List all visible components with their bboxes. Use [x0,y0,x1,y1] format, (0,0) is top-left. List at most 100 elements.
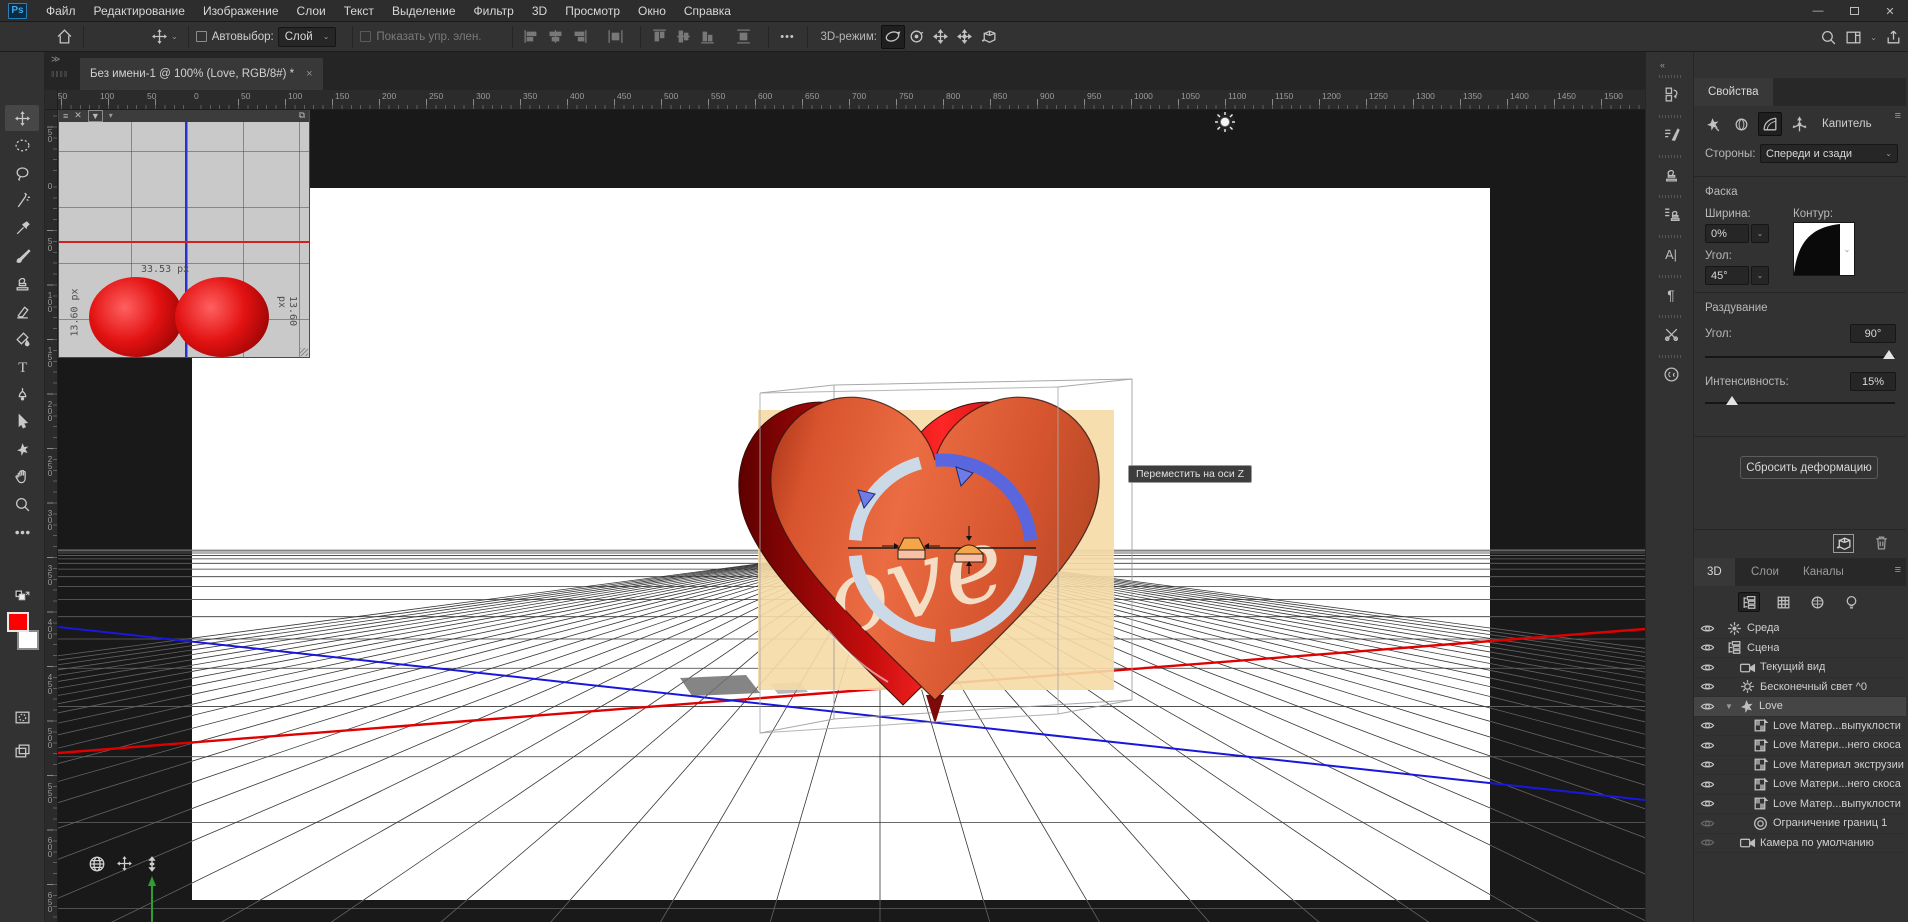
tab-collapse-icon[interactable]: ≫ [51,54,60,65]
visibility-eye-icon[interactable] [1694,660,1720,675]
dolly-camera-icon[interactable] [143,855,161,873]
contour-thumbnail[interactable]: ⌄ [1793,222,1855,276]
path-select-tool[interactable] [5,409,39,435]
tool-presets-icon[interactable] [1658,202,1684,226]
quick-mask-icon[interactable] [5,704,39,730]
type-tool[interactable]: T [5,353,39,379]
magic-wand-tool[interactable] [5,188,39,214]
visibility-eye-icon[interactable] [1694,757,1720,772]
visibility-eye-icon[interactable] [1694,796,1720,811]
visibility-eye-icon[interactable] [1694,621,1720,636]
tools-panel-icon[interactable] [1658,322,1684,346]
show-controls-checkbox[interactable] [360,31,371,42]
clone-source-icon[interactable] [1658,162,1684,186]
workspace-icon[interactable] [1845,29,1862,46]
visibility-eye-icon[interactable] [1694,699,1720,714]
bevel-width-field[interactable]: 0% [1705,224,1749,243]
pen-tool[interactable] [5,381,39,407]
mini-menu-icon[interactable]: ≡ [63,111,68,121]
brush-settings-icon[interactable] [1658,122,1684,146]
brush-tool[interactable] [5,243,39,269]
mesh-props-icon[interactable] [1700,112,1724,136]
secondary-view-window[interactable]: ≡ ✕ ▼ ▾ ⧉ 33.53 px 13.60 px [58,110,310,358]
document-tab[interactable]: Без имени-1 @ 100% (Love, RGB/8#) * × [80,58,323,90]
filter-materials-icon[interactable] [1806,592,1828,612]
distribute-h-icon[interactable] [604,25,628,49]
properties-panel-menu-icon[interactable]: ≡ [1895,110,1901,122]
mini-caret-icon[interactable]: ▾ [109,111,113,120]
3d-layer-row[interactable]: Love Матер...выпуклости [1694,717,1906,737]
tab-close-icon[interactable]: × [306,68,312,80]
cap-props-icon[interactable] [1758,112,1782,136]
custom-shape-tool[interactable] [5,436,39,462]
hand-tool[interactable] [5,464,39,490]
3d-layer-row[interactable]: ▼Love [1694,697,1906,717]
eraser-tool[interactable] [5,298,39,324]
distribute-v-icon[interactable] [732,25,756,49]
move-tool-icon[interactable] [147,25,171,49]
move-tool[interactable] [5,105,39,131]
sphere-props-icon[interactable] [1729,112,1753,136]
visibility-eye-icon[interactable] [1694,738,1720,753]
3d-layer-row[interactable]: Среда [1694,619,1906,639]
clone-stamp-tool[interactable] [5,271,39,297]
screen-mode-icon[interactable] [5,738,39,764]
more-tool[interactable] [5,519,39,545]
menu-просмотр[interactable]: Просмотр [556,0,629,22]
paragraph-icon[interactable]: ¶ [1658,282,1684,306]
bevel-angle-field[interactable]: 45° [1705,266,1749,285]
align-right-icon[interactable] [568,25,592,49]
scale-3d-icon[interactable] [977,25,1001,49]
tab-layers[interactable]: Слои [1738,558,1792,586]
slide-3d-icon[interactable] [953,25,977,49]
inflate-angle-slider[interactable] [1705,356,1895,358]
intensity-slider[interactable] [1705,402,1895,404]
visibility-eye-icon[interactable] [1694,835,1720,850]
tab-channels[interactable]: Каналы [1790,558,1857,586]
intensity-slider-thumb[interactable] [1726,396,1738,405]
menu-слои[interactable]: Слои [288,0,335,22]
gradient-tool[interactable] [5,326,39,352]
expand-chevron-icon[interactable]: ▼ [1725,702,1737,711]
more-options-button[interactable]: ••• [776,25,800,49]
tool-options-caret[interactable]: ⌄ [171,32,178,41]
3d-layer-row[interactable]: Love Матер...выпуклости [1694,795,1906,815]
bevel-width-caret[interactable]: ⌄ [1751,224,1769,243]
secondary-view-canvas[interactable]: 33.53 px 13.60 px 13.60 px [59,122,309,357]
intensity-field[interactable]: 15% [1850,372,1896,391]
autoselect-target-dropdown[interactable]: Слой⌄ [278,27,337,47]
default-colors-icon[interactable] [5,588,39,606]
align-center-h-icon[interactable] [544,25,568,49]
menu-выделение[interactable]: Выделение [383,0,465,22]
mini-resize-grip[interactable] [300,348,308,356]
infinite-light-gizmo[interactable] [1215,112,1235,132]
horizontal-ruler[interactable]: 1501005005010015020025030035040045050055… [58,90,1645,110]
menu-справка[interactable]: Справка [675,0,740,22]
3d-panel-menu-icon[interactable]: ≡ [1895,564,1901,576]
zoom-tool[interactable] [5,491,39,517]
share-icon[interactable] [1885,29,1902,46]
history-icon[interactable] [1658,82,1684,106]
background-color-swatch[interactable] [17,630,39,650]
menu-текст[interactable]: Текст [335,0,383,22]
ruler-corner[interactable] [45,90,58,110]
3d-layer-row[interactable]: Love Матери...него скоса [1694,736,1906,756]
restore-button[interactable] [1836,0,1872,22]
3d-layer-row[interactable]: Ограничение границ 1 [1694,814,1906,834]
orbit-camera-icon[interactable] [88,855,106,873]
workspace-caret[interactable]: ⌄ [1870,33,1877,42]
mini-popout-icon[interactable]: ⧉ [299,110,305,121]
bevel-angle-caret[interactable]: ⌄ [1751,266,1769,285]
eyedropper-tool[interactable] [5,215,39,241]
visibility-eye-icon[interactable] [1694,640,1720,655]
3d-layer-row[interactable]: Камера по умолчанию [1694,834,1906,854]
coords-props-icon[interactable] [1787,112,1811,136]
marquee-tool[interactable] [5,133,39,159]
foreground-color-swatch[interactable] [7,612,29,632]
inflate-angle-field[interactable]: 90° [1850,324,1896,343]
3d-layer-row[interactable]: Текущий вид [1694,658,1906,678]
menu-изображение[interactable]: Изображение [194,0,288,22]
canvas-viewport[interactable]: Love [58,110,1645,922]
tab-properties[interactable]: Свойства [1694,78,1773,106]
close-button[interactable]: ✕ [1872,0,1908,22]
